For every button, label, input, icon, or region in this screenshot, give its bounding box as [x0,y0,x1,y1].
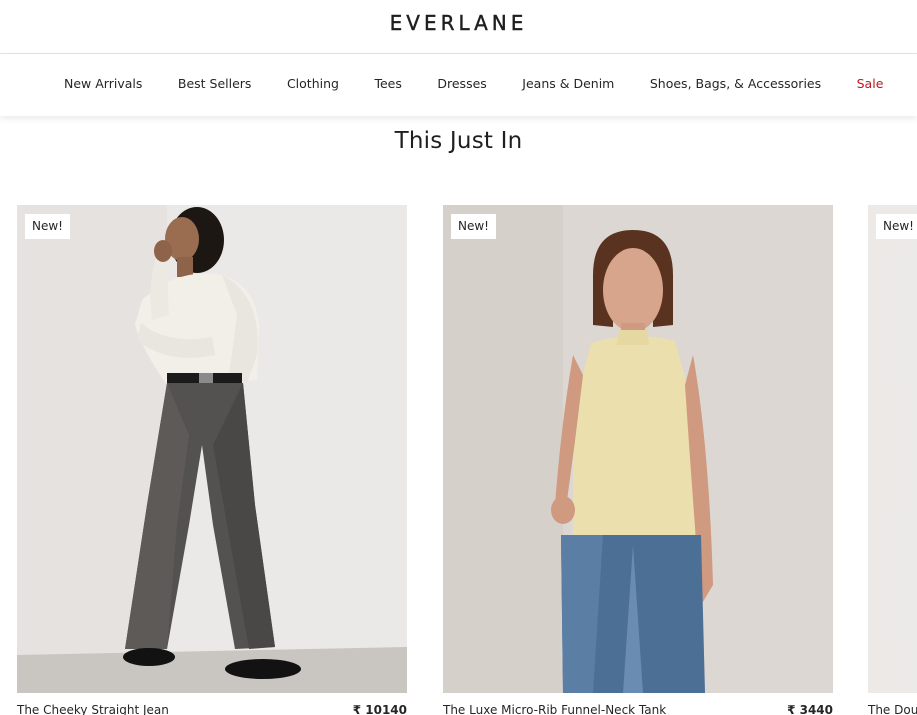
product-card[interactable]: New! The Cheeky Straight Jean ₹ 10140 [17,205,407,715]
product-photo-tank [443,205,833,693]
nav-item-new-arrivals[interactable]: New Arrivals [64,76,142,92]
product-price: ₹ 3440 [787,703,833,715]
nav-item-tees[interactable]: Tees [374,76,401,92]
brand-header: EVERLANE [0,0,917,54]
product-card[interactable]: New! The Luxe Micro-Rib Funnel-Neck Tank… [443,205,833,715]
new-badge: New! [876,214,917,239]
new-badge: New! [451,214,496,239]
product-card[interactable]: New! The Dou [868,205,917,715]
nav-list: New Arrivals Best Sellers Clothing Tees … [0,76,884,93]
product-carousel: New! The Cheeky Straight Jean ₹ 10140 Ne… [17,205,917,715]
product-price: ₹ 10140 [352,703,407,715]
product-photo-jean [17,205,407,693]
product-meta: The Cheeky Straight Jean ₹ 10140 [17,703,407,715]
product-name[interactable]: The Cheeky Straight Jean [17,703,169,715]
product-name[interactable]: The Dou [868,703,917,715]
product-meta: The Luxe Micro-Rib Funnel-Neck Tank ₹ 34… [443,703,833,715]
nav-item-dresses[interactable]: Dresses [437,76,486,92]
brand-logo[interactable]: EVERLANE [389,10,528,34]
product-image[interactable]: New! [17,205,407,693]
page: EVERLANE New Arrivals Best Sellers Cloth… [0,0,917,715]
nav-item-clothing[interactable]: Clothing [287,76,339,92]
new-badge: New! [25,214,70,239]
product-image[interactable]: New! [443,205,833,693]
nav-item-sale[interactable]: Sale [857,76,884,92]
nav-item-best-sellers[interactable]: Best Sellers [178,76,252,92]
section-title: This Just In [394,128,523,154]
nav-item-shoes-bags-accessories[interactable]: Shoes, Bags, & Accessories [650,76,821,92]
nav-item-jeans-denim[interactable]: Jeans & Denim [522,76,614,92]
product-meta: The Dou [868,703,917,715]
product-image[interactable]: New! [868,205,917,693]
main-nav: New Arrivals Best Sellers Clothing Tees … [0,54,917,116]
product-name[interactable]: The Luxe Micro-Rib Funnel-Neck Tank [443,703,666,715]
